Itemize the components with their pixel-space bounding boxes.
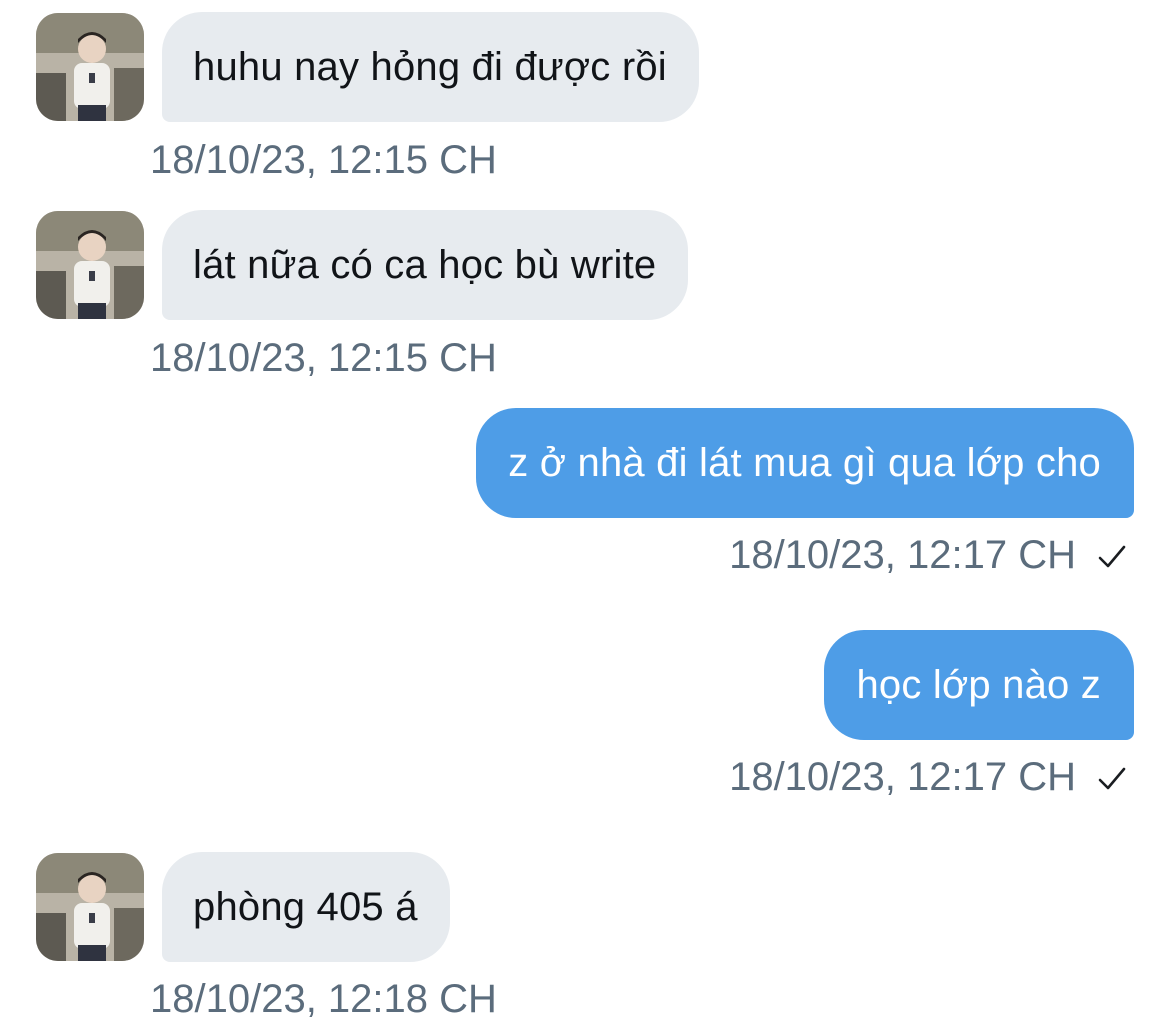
- message-text: phòng 405 á: [193, 884, 418, 929]
- message-text: học lớp nào z: [856, 662, 1101, 707]
- sender-avatar[interactable]: [36, 211, 144, 319]
- message-text: lát nữa có ca học bù write: [193, 242, 657, 287]
- message-timestamp: 18/10/23, 12:15 CH: [150, 336, 497, 380]
- incoming-message-bubble[interactable]: phòng 405 á: [162, 852, 450, 962]
- message-timestamp: 18/10/23, 12:17 CH: [729, 755, 1076, 799]
- checkmark-icon: [1098, 545, 1126, 568]
- incoming-message-bubble[interactable]: lát nữa có ca học bù write: [162, 210, 689, 320]
- avatar-photo-icon: [36, 211, 144, 319]
- outgoing-message-bubble[interactable]: học lớp nào z: [824, 630, 1134, 740]
- incoming-message-bubble[interactable]: huhu nay hỏng đi được rồi: [162, 12, 699, 122]
- message-text: z ở nhà đi lát mua gì qua lớp cho: [508, 440, 1101, 485]
- outgoing-message-bubble[interactable]: z ở nhà đi lát mua gì qua lớp cho: [476, 408, 1134, 518]
- message-timestamp: 18/10/23, 12:17 CH: [729, 533, 1076, 577]
- avatar-photo-icon: [36, 13, 144, 121]
- message-text: huhu nay hỏng đi được rồi: [193, 44, 667, 89]
- avatar-photo-icon: [36, 853, 144, 961]
- sender-avatar[interactable]: [36, 853, 144, 961]
- message-timestamp: 18/10/23, 12:18 CH: [150, 977, 497, 1021]
- sender-avatar[interactable]: [36, 13, 144, 121]
- checkmark-icon: [1098, 767, 1126, 790]
- message-timestamp: 18/10/23, 12:15 CH: [150, 138, 497, 182]
